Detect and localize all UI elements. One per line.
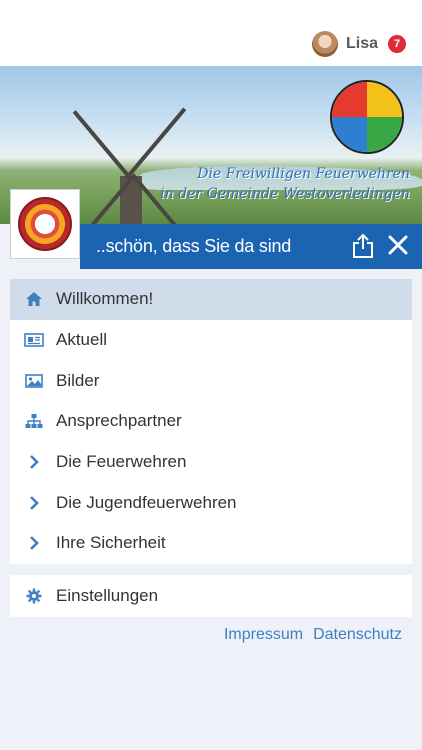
main-menu: Willkommen! Aktuell Bilder Ansprechpartn… — [10, 279, 412, 564]
avatar[interactable] — [311, 31, 338, 57]
gear-icon — [23, 587, 45, 605]
image-icon — [23, 372, 45, 390]
top-bar: Lisa 7 — [0, 0, 422, 66]
welcome-text: ..schön, dass Sie da sind — [96, 236, 292, 256]
menu-item-bilder[interactable]: Bilder — [10, 360, 412, 401]
datenschutz-link[interactable]: Datenschutz — [313, 626, 402, 644]
settings-item[interactable]: Einstellungen — [10, 575, 412, 617]
menu-item-label: Aktuell — [56, 330, 108, 350]
menu-item-sicherheit[interactable]: Ihre Sicherheit — [10, 523, 412, 564]
footer-links: Impressum Datenschutz — [224, 626, 402, 644]
menu-item-willkommen[interactable]: Willkommen! — [10, 279, 412, 320]
user-menu[interactable]: Lisa 7 — [311, 29, 406, 59]
menu-item-aktuell[interactable]: Aktuell — [10, 320, 412, 361]
menu-item-jugendfeuerwehren[interactable]: Die Jugendfeuerwehren — [10, 482, 412, 523]
settings-label: Einstellungen — [56, 586, 159, 605]
chevron-right-icon — [23, 534, 45, 552]
notification-badge[interactable]: 7 — [388, 35, 406, 53]
home-icon — [23, 290, 45, 308]
banner-title-line2: in der Gemeinde Westoverledingen — [160, 186, 410, 202]
newspaper-icon — [23, 331, 45, 349]
share-icon[interactable] — [352, 233, 374, 259]
menu-item-label: Die Jugendfeuerwehren — [56, 492, 237, 512]
menu-item-feuerwehren[interactable]: Die Feuerwehren — [10, 442, 412, 483]
menu-item-label: Willkommen! — [56, 289, 154, 309]
menu-item-label: Die Feuerwehren — [56, 452, 187, 472]
banner-title-line1: Die Freiwilligen Feuerwehren — [197, 166, 410, 182]
brigade-logo — [10, 189, 80, 259]
welcome-bar: ..schön, dass Sie da sind — [80, 224, 422, 269]
chevron-right-icon — [23, 494, 45, 512]
banner-title: Die Freiwilligen Feuerwehren in der Geme… — [120, 164, 410, 204]
close-icon[interactable] — [388, 235, 408, 255]
fire-brigade-crest — [330, 80, 404, 154]
impressum-link[interactable]: Impressum — [224, 626, 303, 644]
menu-item-label: Ihre Sicherheit — [56, 533, 166, 553]
menu-item-ansprechpartner[interactable]: Ansprechpartner — [10, 401, 412, 442]
brigade-logo-emblem — [18, 197, 72, 251]
menu-item-label: Ansprechpartner — [56, 411, 182, 431]
chevron-right-icon — [23, 453, 45, 471]
menu-item-label: Bilder — [56, 370, 100, 390]
sitemap-icon — [23, 412, 45, 430]
user-name[interactable]: Lisa — [346, 35, 378, 53]
